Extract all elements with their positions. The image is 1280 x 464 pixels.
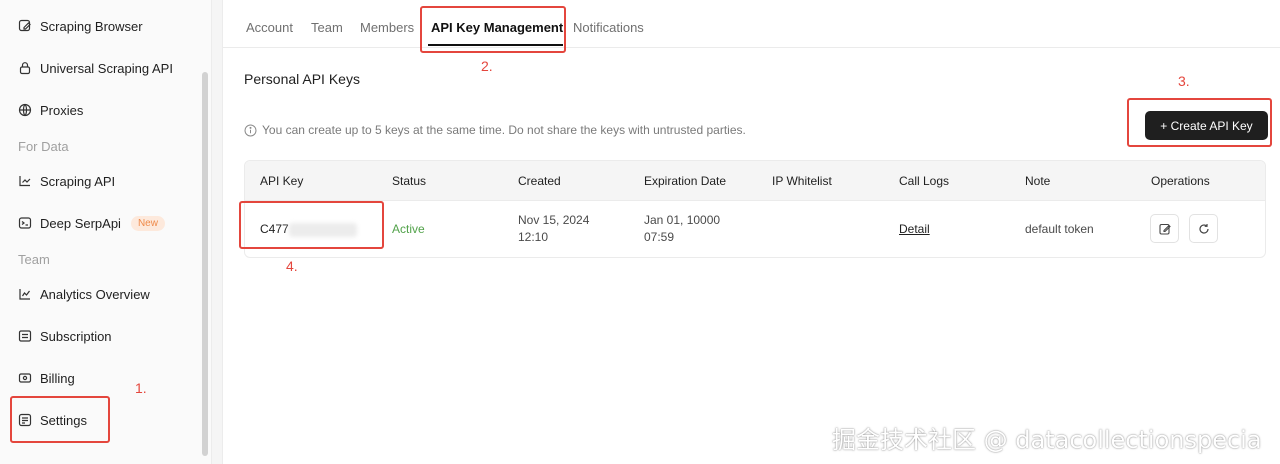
sidebar-item-label: Settings bbox=[40, 412, 87, 428]
annotation-number-1: 1. bbox=[135, 380, 147, 396]
annotation-number-4: 4. bbox=[286, 258, 298, 274]
browser-edit-icon bbox=[18, 19, 32, 33]
edit-button[interactable] bbox=[1150, 214, 1179, 243]
tab-bar: Account Team Members API Key Management … bbox=[223, 0, 1280, 48]
annotation-number-3: 3. bbox=[1178, 73, 1190, 89]
watermark: 掘金技术社区 @ datacollectionspecia bbox=[832, 426, 1262, 454]
column-header: API Key bbox=[260, 174, 304, 188]
sidebar-item-label: Universal Scraping API bbox=[40, 60, 173, 76]
expiration-date-line: Jan 01, 10000 bbox=[644, 213, 721, 227]
api-key-cell[interactable]: C477 bbox=[260, 221, 357, 238]
table-header: API Key Status Created Expiration Date I… bbox=[245, 161, 1265, 201]
globe-icon bbox=[18, 103, 32, 117]
sidebar-item-label: Deep SerpApi bbox=[40, 215, 121, 231]
sidebar-item-label: Scraping API bbox=[40, 173, 116, 189]
sidebar: Scraping Browser Universal Scraping API … bbox=[0, 0, 212, 464]
sidebar-item-proxies[interactable]: Proxies bbox=[18, 98, 83, 122]
info-notice: You can create up to 5 keys at the same … bbox=[244, 123, 746, 137]
list-icon bbox=[18, 329, 32, 343]
status-badge: Active bbox=[392, 222, 425, 236]
expiration-time-line: 07:59 bbox=[644, 230, 675, 244]
column-header: Status bbox=[392, 174, 427, 188]
refresh-button[interactable] bbox=[1189, 214, 1218, 243]
sidebar-section-team: Team bbox=[18, 252, 50, 267]
sidebar-item-label: Scraping Browser bbox=[40, 18, 143, 34]
chart-icon bbox=[18, 287, 32, 301]
sidebar-item-label: Proxies bbox=[40, 102, 84, 118]
note-cell: default token bbox=[1025, 222, 1094, 236]
call-logs-detail-link[interactable]: Detail bbox=[899, 221, 930, 238]
column-header: Note bbox=[1025, 174, 1051, 188]
column-header: Operations bbox=[1151, 174, 1210, 188]
info-text: You can create up to 5 keys at the same … bbox=[262, 123, 746, 137]
redacted-key bbox=[288, 222, 357, 237]
created-date: Nov 15, 2024 12:10 bbox=[518, 212, 589, 246]
created-time-line: 12:10 bbox=[518, 230, 549, 244]
info-icon bbox=[244, 124, 257, 137]
sidebar-scrollbar[interactable] bbox=[202, 72, 208, 456]
tab-members[interactable]: Members bbox=[360, 20, 414, 35]
sidebar-section-for-data: For Data bbox=[18, 139, 69, 154]
billing-icon bbox=[18, 371, 32, 385]
annotation-number-2: 2. bbox=[481, 58, 493, 74]
settings-icon bbox=[18, 413, 32, 427]
sidebar-item-billing[interactable]: Billing bbox=[18, 366, 75, 390]
sidebar-item-settings[interactable]: Settings bbox=[18, 408, 87, 432]
main-panel: Account Team Members API Key Management … bbox=[222, 0, 1280, 464]
terminal-icon bbox=[18, 216, 32, 230]
sidebar-item-scraping-api[interactable]: Scraping API bbox=[18, 169, 115, 193]
lock-icon bbox=[18, 61, 32, 75]
edit-icon bbox=[1158, 223, 1171, 235]
sidebar-item-label: Analytics Overview bbox=[40, 286, 150, 302]
column-header: IP Whitelist bbox=[772, 174, 832, 188]
column-header: Created bbox=[518, 174, 561, 188]
page-title: Personal API Keys bbox=[244, 71, 360, 87]
tab-team[interactable]: Team bbox=[311, 20, 343, 35]
create-api-key-button[interactable]: + Create API Key bbox=[1145, 111, 1268, 140]
sidebar-item-deep-serpapi[interactable]: Deep SerpApi New bbox=[18, 211, 165, 235]
active-tab-indicator bbox=[428, 44, 563, 46]
tab-notifications[interactable]: Notifications bbox=[573, 20, 644, 35]
scrape-icon bbox=[18, 174, 32, 188]
tab-api-key-management[interactable]: API Key Management bbox=[431, 20, 563, 35]
sidebar-item-label: Subscription bbox=[40, 328, 112, 344]
sidebar-item-subscription[interactable]: Subscription bbox=[18, 324, 112, 348]
tab-account[interactable]: Account bbox=[246, 20, 293, 35]
sidebar-item-analytics-overview[interactable]: Analytics Overview bbox=[18, 282, 150, 306]
refresh-icon bbox=[1198, 223, 1210, 235]
column-header: Call Logs bbox=[899, 174, 950, 188]
column-header: Expiration Date bbox=[644, 174, 727, 188]
api-key-value: C477 bbox=[260, 222, 289, 236]
expiration-date: Jan 01, 10000 07:59 bbox=[644, 212, 720, 246]
sidebar-item-universal-scraping-api[interactable]: Universal Scraping API bbox=[18, 56, 173, 80]
new-badge: New bbox=[130, 215, 165, 231]
app-root: Scraping Browser Universal Scraping API … bbox=[0, 0, 1280, 464]
api-keys-table: API Key Status Created Expiration Date I… bbox=[244, 160, 1266, 258]
sidebar-item-label: Billing bbox=[40, 370, 75, 386]
sidebar-item-scraping-browser[interactable]: Scraping Browser bbox=[18, 14, 143, 38]
created-date-line: Nov 15, 2024 bbox=[518, 213, 590, 227]
